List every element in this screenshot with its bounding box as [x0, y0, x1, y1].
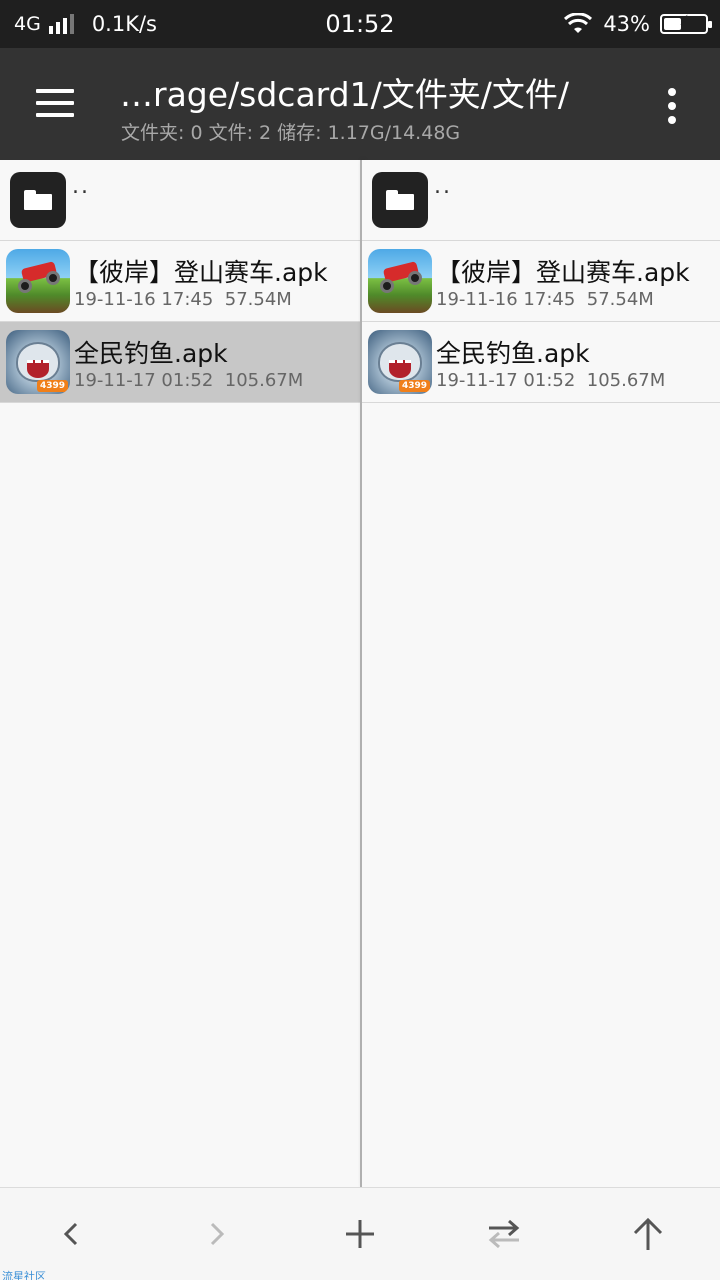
- left-pane[interactable]: .. 【彼岸】登山赛车.apk 19-11-16 17:45 57.54M 43…: [0, 160, 360, 1187]
- app-badge: 4399: [36, 380, 68, 392]
- file-meta: 19-11-17 01:52 105.67M: [436, 370, 665, 391]
- app-badge: 4399: [398, 380, 430, 392]
- swap-icon[interactable]: [474, 1208, 534, 1260]
- file-name: 全民钓鱼.apk: [436, 339, 590, 368]
- parent-folder-row[interactable]: ..: [0, 160, 360, 241]
- battery-charging-icon: ⚡: [660, 13, 712, 34]
- bottom-bar: [0, 1187, 720, 1280]
- forward-icon[interactable]: [186, 1208, 246, 1260]
- shark-fishing-app-icon: 4399: [6, 330, 70, 394]
- path-info: 文件夹: 0 文件: 2 储存: 1.17G/14.48G: [121, 122, 461, 144]
- file-row[interactable]: 【彼岸】登山赛车.apk 19-11-16 17:45 57.54M: [0, 241, 360, 322]
- back-icon[interactable]: [42, 1208, 102, 1260]
- file-row[interactable]: 【彼岸】登山赛车.apk 19-11-16 17:45 57.54M: [362, 241, 720, 322]
- file-size: 57.54M: [224, 289, 292, 310]
- hill-climb-app-icon: [368, 249, 432, 313]
- file-date: 19-11-17 01:52: [436, 370, 576, 391]
- file-meta: 19-11-16 17:45 57.54M: [74, 289, 292, 310]
- parent-folder-row[interactable]: ..: [362, 160, 720, 241]
- file-name: 全民钓鱼.apk: [74, 339, 228, 368]
- right-pane[interactable]: .. 【彼岸】登山赛车.apk 19-11-16 17:45 57.54M 43…: [362, 160, 720, 1187]
- parent-folder-label: ..: [72, 174, 90, 199]
- more-vertical-icon[interactable]: [648, 82, 696, 130]
- toolbar: …rage/sdcard1/文件夹/文件/ 文件夹: 0 文件: 2 储存: 1…: [0, 48, 720, 160]
- file-size: 105.67M: [224, 370, 304, 391]
- parent-folder-label: ..: [434, 174, 452, 199]
- folder-icon: [372, 172, 428, 228]
- file-row[interactable]: 4399 全民钓鱼.apk 19-11-17 01:52 105.67M: [362, 322, 720, 403]
- file-size: 105.67M: [586, 370, 666, 391]
- wifi-icon: [564, 13, 593, 33]
- up-icon[interactable]: [618, 1208, 678, 1260]
- watermark: 流星社区: [2, 1270, 46, 1280]
- file-date: 19-11-17 01:52: [74, 370, 214, 391]
- add-icon[interactable]: [330, 1208, 390, 1260]
- shark-fishing-app-icon: 4399: [368, 330, 432, 394]
- file-meta: 19-11-16 17:45 57.54M: [436, 289, 654, 310]
- hill-climb-app-icon: [6, 249, 70, 313]
- bolt-icon: ⚡: [679, 13, 689, 29]
- file-name: 【彼岸】登山赛车.apk: [436, 258, 690, 287]
- file-date: 19-11-16 17:45: [74, 289, 214, 310]
- folder-icon: [10, 172, 66, 228]
- menu-icon[interactable]: [26, 78, 86, 128]
- file-row-selected[interactable]: 4399 全民钓鱼.apk 19-11-17 01:52 105.67M: [0, 322, 360, 403]
- file-meta: 19-11-17 01:52 105.67M: [74, 370, 303, 391]
- file-date: 19-11-16 17:45: [436, 289, 576, 310]
- file-size: 57.54M: [586, 289, 654, 310]
- battery-percent: 43%: [603, 12, 650, 36]
- status-bar: 4G 0.1K/s 01:52 43% ⚡: [0, 0, 720, 48]
- file-name: 【彼岸】登山赛车.apk: [74, 258, 328, 287]
- path-title: …rage/sdcard1/文件夹/文件/: [120, 75, 569, 114]
- status-right: 43% ⚡: [563, 10, 712, 38]
